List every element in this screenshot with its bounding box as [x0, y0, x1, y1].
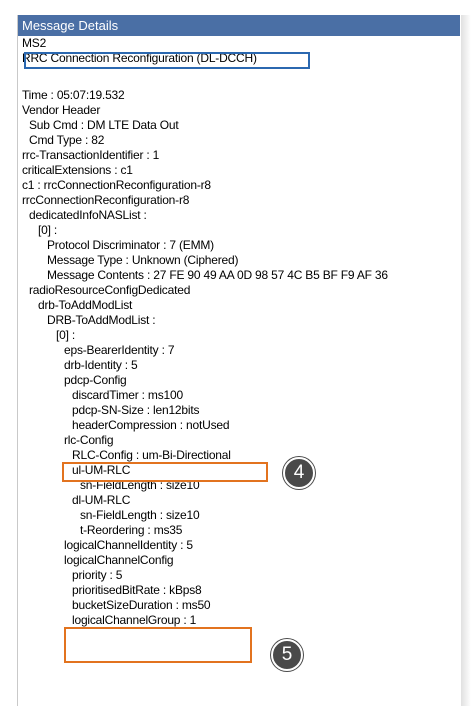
- annotation-badge-4: 4: [283, 457, 315, 489]
- annotation-badge-5: 5: [271, 639, 303, 671]
- message-line[interactable]: dedicatedInfoNASList :: [29, 208, 147, 223]
- message-line[interactable]: sn-FieldLength : size10: [80, 508, 200, 523]
- message-line[interactable]: Protocol Discriminator : 7 (EMM): [47, 238, 214, 253]
- message-line[interactable]: logicalChannelConfig: [64, 553, 174, 568]
- message-line[interactable]: radioResourceConfigDedicated: [29, 283, 190, 298]
- message-line[interactable]: rrcConnectionReconfiguration-r8: [22, 193, 189, 208]
- message-line[interactable]: Cmd Type : 82: [29, 133, 104, 148]
- message-line[interactable]: Message Type : Unknown (Ciphered): [47, 253, 238, 268]
- priority-highlight: [64, 627, 252, 663]
- header-compression-highlight: [62, 462, 268, 482]
- message-line[interactable]: prioritisedBitRate : kBps8: [72, 583, 202, 598]
- message-line[interactable]: drb-ToAddModList: [38, 298, 132, 313]
- panel-title: Message Details: [18, 15, 460, 36]
- message-line[interactable]: pdcp-SN-Size : len12bits: [72, 403, 199, 418]
- message-line[interactable]: [0] :: [38, 223, 57, 238]
- message-line[interactable]: dl-UM-RLC: [72, 493, 130, 508]
- message-line[interactable]: headerCompression : notUsed: [72, 418, 230, 433]
- message-line[interactable]: bucketSizeDuration : ms50: [72, 598, 211, 613]
- message-line[interactable]: criticalExtensions : c1: [22, 163, 133, 178]
- message-line[interactable]: eps-BearerIdentity : 7: [64, 343, 175, 358]
- message-line[interactable]: drb-Identity : 5: [64, 358, 138, 373]
- message-line[interactable]: [0] :: [56, 328, 75, 343]
- message-details-panel: Message Details MS2 RRC Connection Recon…: [17, 15, 460, 706]
- message-line[interactable]: pdcp-Config: [64, 373, 127, 388]
- message-line[interactable]: Message Contents : 27 FE 90 49 AA 0D 98 …: [47, 268, 388, 283]
- message-line[interactable]: Vendor Header: [22, 103, 100, 118]
- message-name-highlight: [24, 52, 310, 69]
- message-line[interactable]: t-Reordering : ms35: [80, 523, 182, 538]
- message-line[interactable]: c1 : rrcConnectionReconfiguration-r8: [22, 178, 211, 193]
- panel-edge-shadow: [461, 15, 471, 706]
- message-line[interactable]: RLC-Config : um-Bi-Directional: [72, 448, 231, 463]
- message-line[interactable]: logicalChannelGroup : 1: [72, 613, 196, 628]
- message-line[interactable]: rlc-Config: [64, 433, 114, 448]
- message-line[interactable]: Time : 05:07:19.532: [22, 88, 125, 103]
- message-line[interactable]: Sub Cmd : DM LTE Data Out: [29, 118, 179, 133]
- message-line[interactable]: priority : 5: [72, 568, 122, 583]
- message-line[interactable]: rrc-TransactionIdentifier : 1: [22, 148, 159, 163]
- message-line[interactable]: logicalChannelIdentity : 5: [64, 538, 193, 553]
- message-line[interactable]: MS2: [22, 36, 46, 51]
- message-line[interactable]: discardTimer : ms100: [72, 388, 183, 403]
- message-line[interactable]: DRB-ToAddModList :: [47, 313, 156, 328]
